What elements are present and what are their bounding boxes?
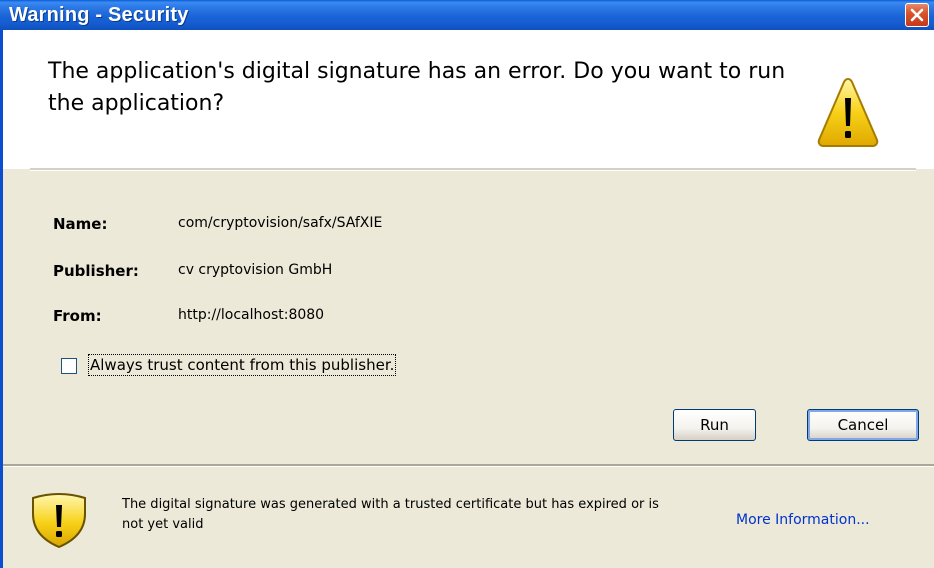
header-separator [30,168,916,171]
close-button[interactable] [905,3,929,27]
from-value: http://localhost:8080 [178,307,325,323]
cancel-button[interactable]: Cancel [807,409,919,441]
header-message: The application's digital signature has … [48,59,786,116]
publisher-label: Publisher: [53,262,139,280]
publisher-value: cv cryptovision GmbH [178,262,333,278]
title-bar[interactable]: Warning - Security [0,0,934,30]
always-trust-label[interactable]: Always trust content from this publisher… [87,354,397,376]
always-trust-checkbox[interactable] [61,358,77,374]
from-label: From: [53,307,102,325]
footer-message: The digital signature was generated with… [122,497,659,532]
close-icon [910,8,924,22]
warning-triangle-icon [817,77,879,147]
warning-shield-icon [32,493,86,549]
name-label: Name: [53,215,108,233]
window-title: Warning - Security [9,4,189,26]
run-button[interactable]: Run [673,409,756,441]
name-value: com/cryptovision/safx/SAfXIE [178,215,383,231]
more-information-link[interactable]: More Information... [736,512,870,528]
footer-separator [3,464,934,467]
